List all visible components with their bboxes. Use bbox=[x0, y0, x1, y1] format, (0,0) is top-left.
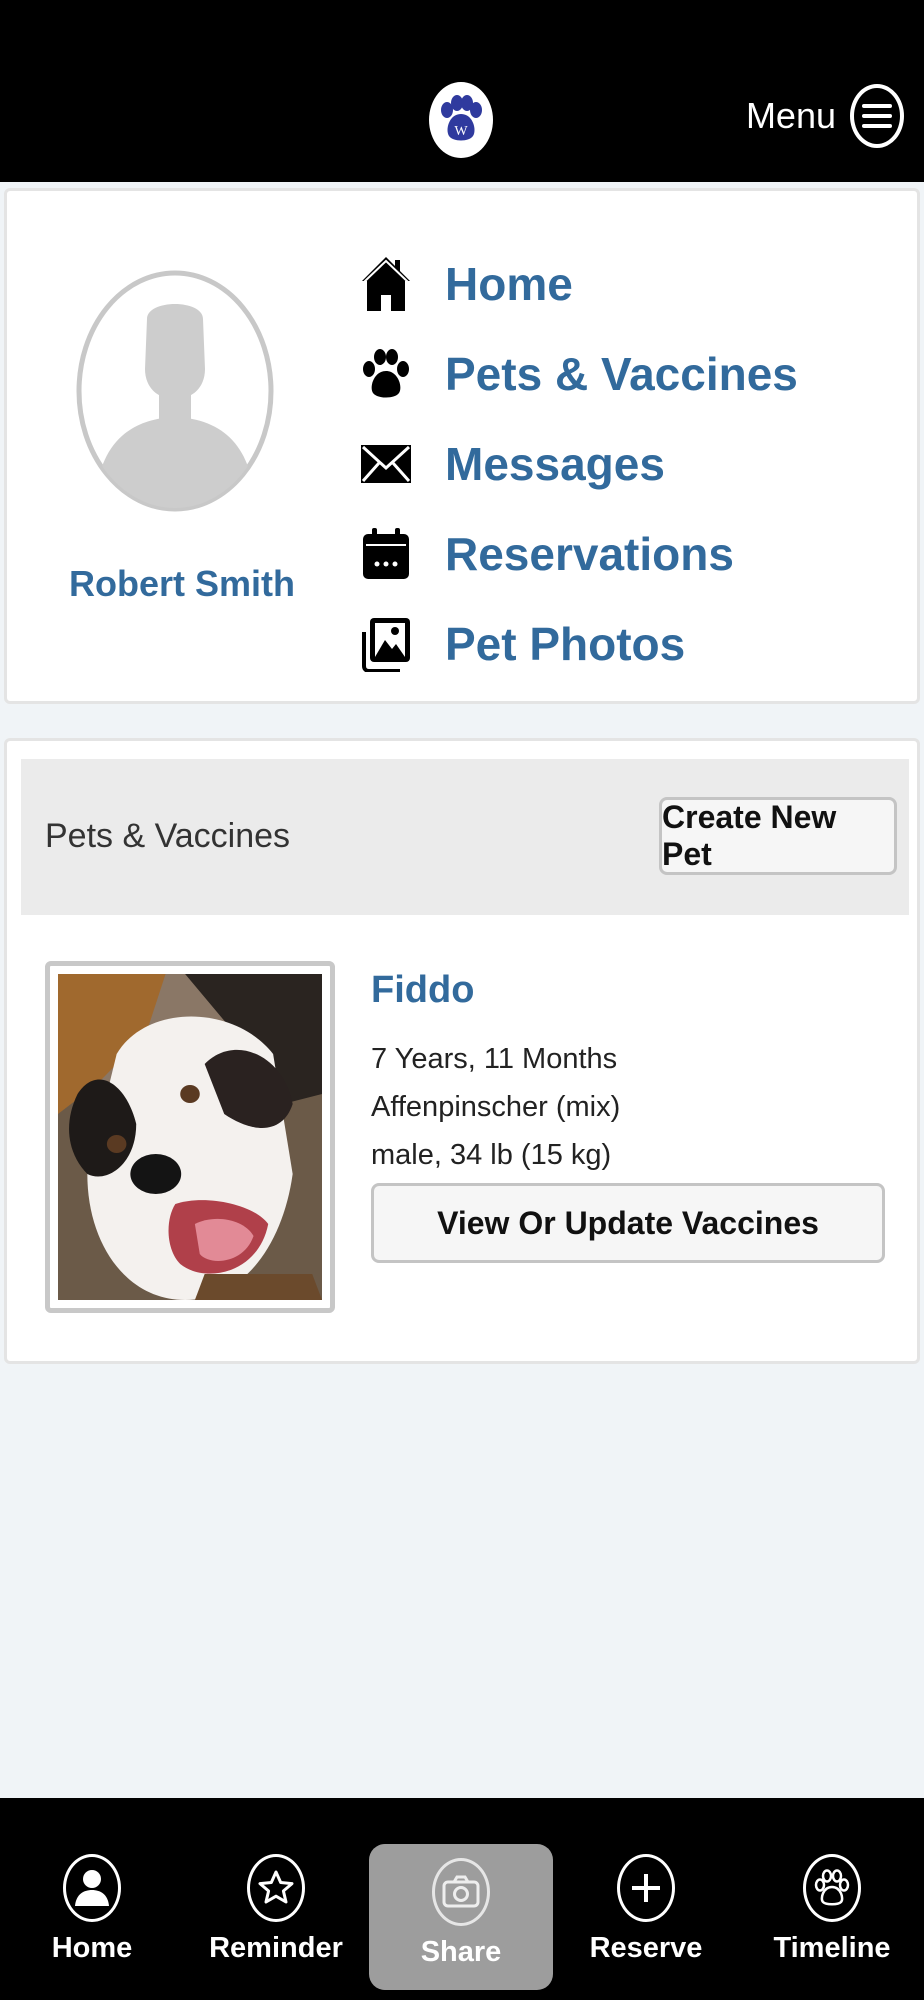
pets-header: Pets & Vaccines Create New Pet bbox=[21, 759, 909, 915]
pet-name[interactable]: Fiddo bbox=[371, 969, 474, 1012]
paw-logo-icon[interactable]: W bbox=[429, 82, 493, 158]
home-icon bbox=[359, 254, 413, 314]
calendar-icon bbox=[359, 524, 413, 584]
nav-item-pets-vaccines[interactable]: Pets & Vaccines bbox=[359, 329, 798, 419]
nav-label-messages: Messages bbox=[445, 438, 665, 490]
pet-breed: Affenpinscher (mix) bbox=[371, 1091, 621, 1123]
bottom-nav-share[interactable]: Share bbox=[369, 1844, 553, 1990]
nav-item-messages[interactable]: Messages bbox=[359, 419, 798, 509]
pets-section-title: Pets & Vaccines bbox=[45, 817, 291, 855]
nav-label-pet-photos: Pet Photos bbox=[445, 618, 686, 670]
bottom-nav-label-share: Share bbox=[420, 1936, 502, 1968]
create-new-pet-button[interactable]: Create New Pet bbox=[659, 797, 897, 875]
camera-icon bbox=[432, 1858, 490, 1926]
hamburger-icon bbox=[850, 84, 904, 148]
photos-icon bbox=[359, 614, 413, 674]
pet-details: male, 34 lb (15 kg) bbox=[371, 1139, 612, 1171]
bottom-nav-label-timeline: Timeline bbox=[773, 1932, 891, 1964]
pets-card: Pets & Vaccines Create New Pet Fiddo 7 Y… bbox=[4, 738, 920, 1364]
plus-icon bbox=[617, 1854, 675, 1922]
profile-nav: Home Pets & Vaccines Messages Reservatio… bbox=[359, 239, 798, 689]
bottom-nav-reserve[interactable]: Reserve bbox=[566, 1838, 726, 1978]
bottom-nav-label-reminder: Reminder bbox=[209, 1932, 343, 1964]
bottom-nav-reminder[interactable]: Reminder bbox=[196, 1838, 356, 1978]
dog-photo-image bbox=[58, 974, 322, 1300]
bottom-nav-label-home: Home bbox=[51, 1932, 133, 1964]
paw-icon bbox=[359, 344, 413, 404]
nav-label-reservations: Reservations bbox=[445, 528, 734, 580]
bottom-nav: Home Reminder Share Reserve Timeline bbox=[0, 1798, 924, 2000]
nav-item-reservations[interactable]: Reservations bbox=[359, 509, 798, 599]
person-icon bbox=[63, 1854, 121, 1922]
nav-label-home: Home bbox=[445, 258, 573, 310]
nav-item-pet-photos[interactable]: Pet Photos bbox=[359, 599, 798, 689]
pet-photo[interactable] bbox=[45, 961, 335, 1313]
menu-button[interactable]: Menu bbox=[746, 82, 904, 150]
user-name[interactable]: Robert Smith bbox=[27, 563, 337, 605]
nav-label-pets-vaccines: Pets & Vaccines bbox=[445, 348, 798, 400]
logo-letter: W bbox=[454, 124, 468, 139]
top-bar: W Menu bbox=[0, 0, 924, 182]
bottom-nav-label-reserve: Reserve bbox=[589, 1932, 703, 1964]
paw-icon bbox=[803, 1854, 861, 1922]
view-update-vaccines-button[interactable]: View Or Update Vaccines bbox=[371, 1183, 885, 1263]
nav-item-home[interactable]: Home bbox=[359, 239, 798, 329]
profile-card: Robert Smith Home Pets & Vaccines Messag… bbox=[4, 188, 920, 704]
star-icon bbox=[247, 1854, 305, 1922]
bottom-nav-home[interactable]: Home bbox=[12, 1838, 172, 1978]
menu-label: Menu bbox=[745, 95, 836, 136]
avatar[interactable] bbox=[75, 269, 275, 513]
pet-age: 7 Years, 11 Months bbox=[371, 1043, 618, 1075]
envelope-icon bbox=[359, 434, 413, 494]
bottom-nav-timeline[interactable]: Timeline bbox=[752, 1838, 912, 1978]
